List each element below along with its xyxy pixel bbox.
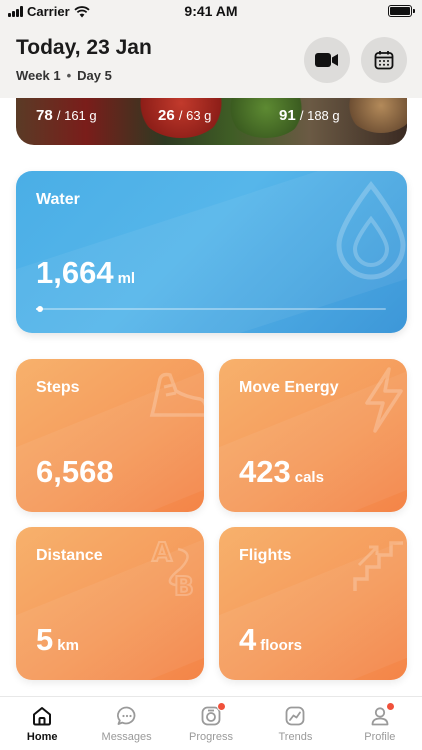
trends-icon bbox=[286, 706, 305, 726]
tab-messages-label: Messages bbox=[101, 731, 152, 743]
food-photo-grain bbox=[346, 98, 407, 133]
distance-unit: km bbox=[57, 637, 79, 654]
lightning-icon bbox=[365, 367, 403, 433]
flights-unit: floors bbox=[260, 637, 302, 654]
svg-text:B: B bbox=[174, 572, 194, 599]
flights-card[interactable]: Flights 4 floors bbox=[219, 527, 407, 680]
steps-amount: 6,568 bbox=[36, 454, 114, 489]
move-energy-value: 423 cals bbox=[239, 454, 324, 490]
macro-target: / 188 g bbox=[299, 108, 340, 123]
stairs-icon bbox=[353, 541, 403, 591]
calendar-button[interactable] bbox=[361, 37, 407, 83]
home-icon bbox=[33, 707, 52, 726]
tab-home-label: Home bbox=[26, 731, 58, 743]
header: Today, 23 Jan Week 1 • Day 5 bbox=[0, 24, 422, 98]
water-label: Water bbox=[36, 191, 80, 208]
macros-card[interactable]: 78 / 161 g 26 / 63 g 91 / 188 g bbox=[16, 98, 407, 145]
flights-label: Flights bbox=[239, 547, 292, 564]
status-bar: Carrier 9:41 AM bbox=[0, 0, 422, 24]
separator: • bbox=[66, 68, 72, 83]
status-time: 9:41 AM bbox=[184, 3, 238, 19]
a-to-b-icon: A B bbox=[151, 537, 195, 599]
message-icon bbox=[116, 706, 135, 725]
shoe-icon bbox=[149, 372, 204, 417]
flights-value: 4 floors bbox=[239, 622, 302, 658]
steps-value: 6,568 bbox=[36, 454, 114, 490]
water-drop-icon bbox=[336, 181, 406, 280]
progress-notification-badge bbox=[217, 702, 227, 711]
macro-item: 78 / 161 g bbox=[36, 107, 97, 124]
macro-item: 26 / 63 g bbox=[158, 107, 211, 124]
tab-home[interactable]: Home bbox=[0, 697, 84, 750]
calendar-icon bbox=[374, 51, 394, 70]
macro-value: 26 bbox=[158, 107, 175, 124]
tab-profile-label: Profile bbox=[364, 731, 396, 743]
macro-target: / 161 g bbox=[56, 108, 97, 123]
macro-value: 78 bbox=[36, 107, 53, 124]
tab-bar: Home Messages Progress Trends Profile bbox=[0, 696, 422, 750]
flights-amount: 4 bbox=[239, 622, 257, 657]
tab-trends-label: Trends bbox=[278, 731, 313, 743]
week-label: Week 1 bbox=[16, 68, 61, 83]
tab-profile[interactable]: Profile bbox=[338, 697, 422, 750]
page-title: Today, 23 Jan bbox=[16, 36, 152, 59]
battery-icon bbox=[388, 5, 415, 17]
video-call-button[interactable] bbox=[304, 37, 350, 83]
steps-card[interactable]: Steps 6,568 bbox=[16, 359, 204, 512]
macro-target: / 63 g bbox=[178, 108, 212, 123]
water-amount: 1,664 bbox=[36, 255, 114, 290]
water-progress-bar bbox=[36, 306, 386, 312]
svg-text:A: A bbox=[152, 538, 172, 568]
tab-progress-label: Progress bbox=[189, 731, 234, 743]
distance-card[interactable]: A B Distance 5 km bbox=[16, 527, 204, 680]
move-energy-label: Move Energy bbox=[239, 379, 339, 396]
distance-amount: 5 bbox=[36, 622, 54, 657]
day-label: Day 5 bbox=[77, 68, 112, 83]
tab-messages[interactable]: Messages bbox=[84, 697, 168, 750]
steps-label: Steps bbox=[36, 379, 80, 396]
move-energy-unit: cals bbox=[294, 469, 324, 486]
tab-progress[interactable]: Progress bbox=[169, 697, 253, 750]
video-camera-icon bbox=[315, 53, 338, 67]
move-energy-amount: 423 bbox=[239, 454, 291, 489]
water-card[interactable]: Water 1,664 ml bbox=[16, 171, 407, 333]
water-value: 1,664 ml bbox=[36, 255, 135, 291]
macro-item: 91 / 188 g bbox=[279, 107, 340, 124]
water-unit: ml bbox=[117, 270, 136, 287]
water-progress-knob bbox=[36, 306, 43, 312]
distance-label: Distance bbox=[36, 547, 103, 564]
move-energy-card[interactable]: Move Energy 423 cals bbox=[219, 359, 407, 512]
tab-trends[interactable]: Trends bbox=[253, 697, 337, 750]
week-day-subtitle: Week 1 • Day 5 bbox=[16, 68, 112, 83]
distance-value: 5 km bbox=[36, 622, 79, 658]
macro-value: 91 bbox=[279, 107, 296, 124]
profile-notification-badge bbox=[385, 702, 395, 711]
